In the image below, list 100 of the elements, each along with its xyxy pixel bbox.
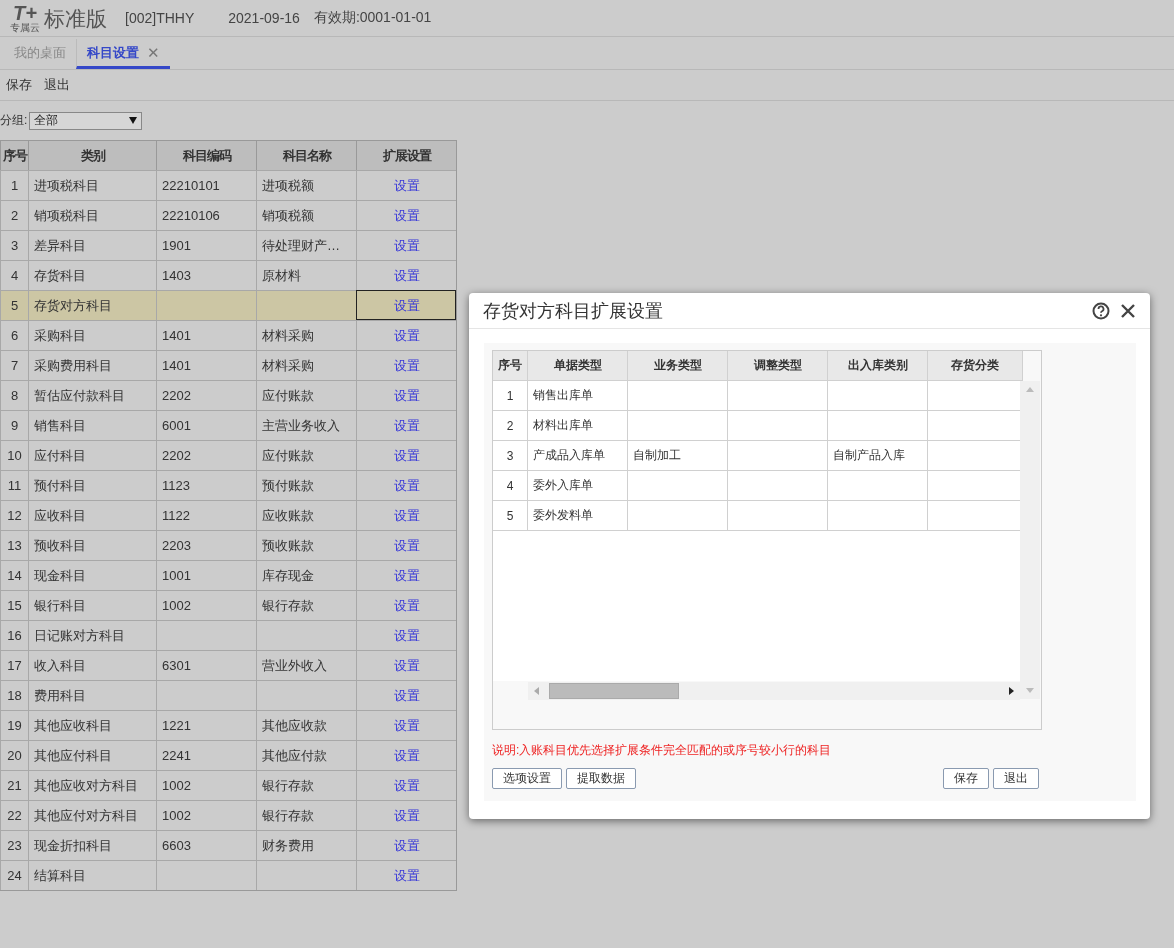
- table-cell: 营业外收入: [256, 650, 356, 680]
- dialog-button[interactable]: 退出: [993, 768, 1039, 789]
- table-cell: 存货对方科目: [28, 290, 156, 320]
- settings-link[interactable]: 设置: [393, 836, 420, 855]
- table-cell: 应付账款: [256, 380, 356, 410]
- settings-link[interactable]: 设置: [393, 296, 420, 315]
- settings-link[interactable]: 设置: [393, 626, 420, 645]
- table-cell: 收入科目: [28, 650, 156, 680]
- column-header: 序号: [0, 140, 28, 170]
- settings-link[interactable]: 设置: [393, 416, 420, 435]
- horizontal-scrollbar[interactable]: [528, 682, 1020, 700]
- scroll-up-icon[interactable]: [1026, 387, 1034, 392]
- table-cell: 其他应收对方科目: [28, 770, 156, 800]
- table-cell: 22210106: [156, 200, 256, 230]
- table-cell: 预付科目: [28, 470, 156, 500]
- scroll-thumb[interactable]: [549, 683, 679, 699]
- table-cell: 材料出库单: [528, 411, 628, 441]
- table-cell: 8: [0, 380, 28, 410]
- dialog-button[interactable]: 提取数据: [566, 768, 636, 789]
- settings-link[interactable]: 设置: [393, 476, 420, 495]
- table-cell: 4: [0, 260, 28, 290]
- scroll-right-icon[interactable]: [1009, 687, 1014, 695]
- dialog-button[interactable]: 保存: [943, 768, 989, 789]
- settings-link[interactable]: 设置: [393, 656, 420, 675]
- table-cell: 1901: [156, 230, 256, 260]
- settings-link[interactable]: 设置: [393, 776, 420, 795]
- table-cell: 18: [0, 680, 28, 710]
- column-header: 出入库类别: [828, 351, 928, 381]
- settings-link[interactable]: 设置: [393, 446, 420, 465]
- toolbar-button[interactable]: 保存: [6, 76, 32, 94]
- settings-link[interactable]: 设置: [393, 206, 420, 225]
- table-cell: 费用科目: [28, 680, 156, 710]
- settings-link[interactable]: 设置: [393, 686, 420, 705]
- toolbar-button[interactable]: 退出: [44, 76, 70, 94]
- table-cell: 2202: [156, 440, 256, 470]
- table-cell: 19: [0, 710, 28, 740]
- settings-link[interactable]: 设置: [393, 386, 420, 405]
- table-cell: 5: [493, 501, 528, 531]
- table-cell: 10: [0, 440, 28, 470]
- tab[interactable]: 科目设置 ✕: [76, 39, 170, 69]
- table-cell: 1001: [156, 560, 256, 590]
- scroll-down-icon[interactable]: [1026, 688, 1034, 693]
- settings-link[interactable]: 设置: [393, 236, 420, 255]
- table-cell: 银行科目: [28, 590, 156, 620]
- close-icon[interactable]: ✕: [147, 43, 160, 62]
- table-cell: 暂估应付款科目: [28, 380, 156, 410]
- table-cell: 差异科目: [28, 230, 156, 260]
- table-cell: 22210101: [156, 170, 256, 200]
- table-cell: 其他应收科目: [28, 710, 156, 740]
- table-cell: 现金科目: [28, 560, 156, 590]
- settings-link[interactable]: 设置: [393, 866, 420, 885]
- table-cell: 其他应付科目: [28, 740, 156, 770]
- vertical-scrollbar[interactable]: [1020, 381, 1040, 699]
- table-cell: 2241: [156, 740, 256, 770]
- table-cell: 委外发料单: [528, 501, 628, 531]
- table-cell: 银行存款: [256, 770, 356, 800]
- table-cell: 销售科目: [28, 410, 156, 440]
- table-cell: 6: [0, 320, 28, 350]
- column-header: 扩展设置: [356, 140, 456, 170]
- settings-link[interactable]: 设置: [393, 506, 420, 525]
- settings-link[interactable]: 设置: [393, 176, 420, 195]
- table-cell: 9: [0, 410, 28, 440]
- table-cell: 其他应收款: [256, 710, 356, 740]
- table-cell: 11: [0, 470, 28, 500]
- settings-link[interactable]: 设置: [393, 806, 420, 825]
- table-cell: 原材料: [256, 260, 356, 290]
- column-header: 类别: [28, 140, 156, 170]
- table-cell: 采购科目: [28, 320, 156, 350]
- table-cell: 6301: [156, 650, 256, 680]
- help-icon[interactable]: [1092, 301, 1110, 320]
- settings-link[interactable]: 设置: [393, 596, 420, 615]
- table-cell: 1002: [156, 770, 256, 800]
- settings-link[interactable]: 设置: [393, 356, 420, 375]
- settings-link[interactable]: 设置: [393, 326, 420, 345]
- table-cell: 银行存款: [256, 800, 356, 830]
- settings-link[interactable]: 设置: [393, 716, 420, 735]
- group-dropdown[interactable]: 全部: [29, 111, 143, 130]
- column-header: 科目编码: [156, 140, 256, 170]
- settings-link[interactable]: 设置: [393, 746, 420, 765]
- column-header: 科目名称: [256, 140, 356, 170]
- dialog-button[interactable]: 选项设置: [492, 768, 562, 789]
- table-cell: 1401: [156, 320, 256, 350]
- table-cell: 1403: [156, 260, 256, 290]
- table-cell: 委外入库单: [528, 471, 628, 501]
- close-icon[interactable]: [1120, 302, 1136, 319]
- settings-link[interactable]: 设置: [393, 266, 420, 285]
- table-cell: 采购费用科目: [28, 350, 156, 380]
- settings-link[interactable]: 设置: [393, 536, 420, 555]
- table-cell: 预付账款: [256, 470, 356, 500]
- table-cell: 销项税科目: [28, 200, 156, 230]
- settings-link[interactable]: 设置: [393, 566, 420, 585]
- table-cell: 主营业务收入: [256, 410, 356, 440]
- table-cell: 材料采购: [256, 320, 356, 350]
- table-cell: 23: [0, 830, 28, 860]
- table-cell: 其他应付对方科目: [28, 800, 156, 830]
- edition-label: 标准版: [44, 6, 107, 32]
- table-cell: 财务费用: [256, 830, 356, 860]
- table-cell: 1122: [156, 500, 256, 530]
- table-cell: 21: [0, 770, 28, 800]
- scroll-left-icon[interactable]: [534, 687, 539, 695]
